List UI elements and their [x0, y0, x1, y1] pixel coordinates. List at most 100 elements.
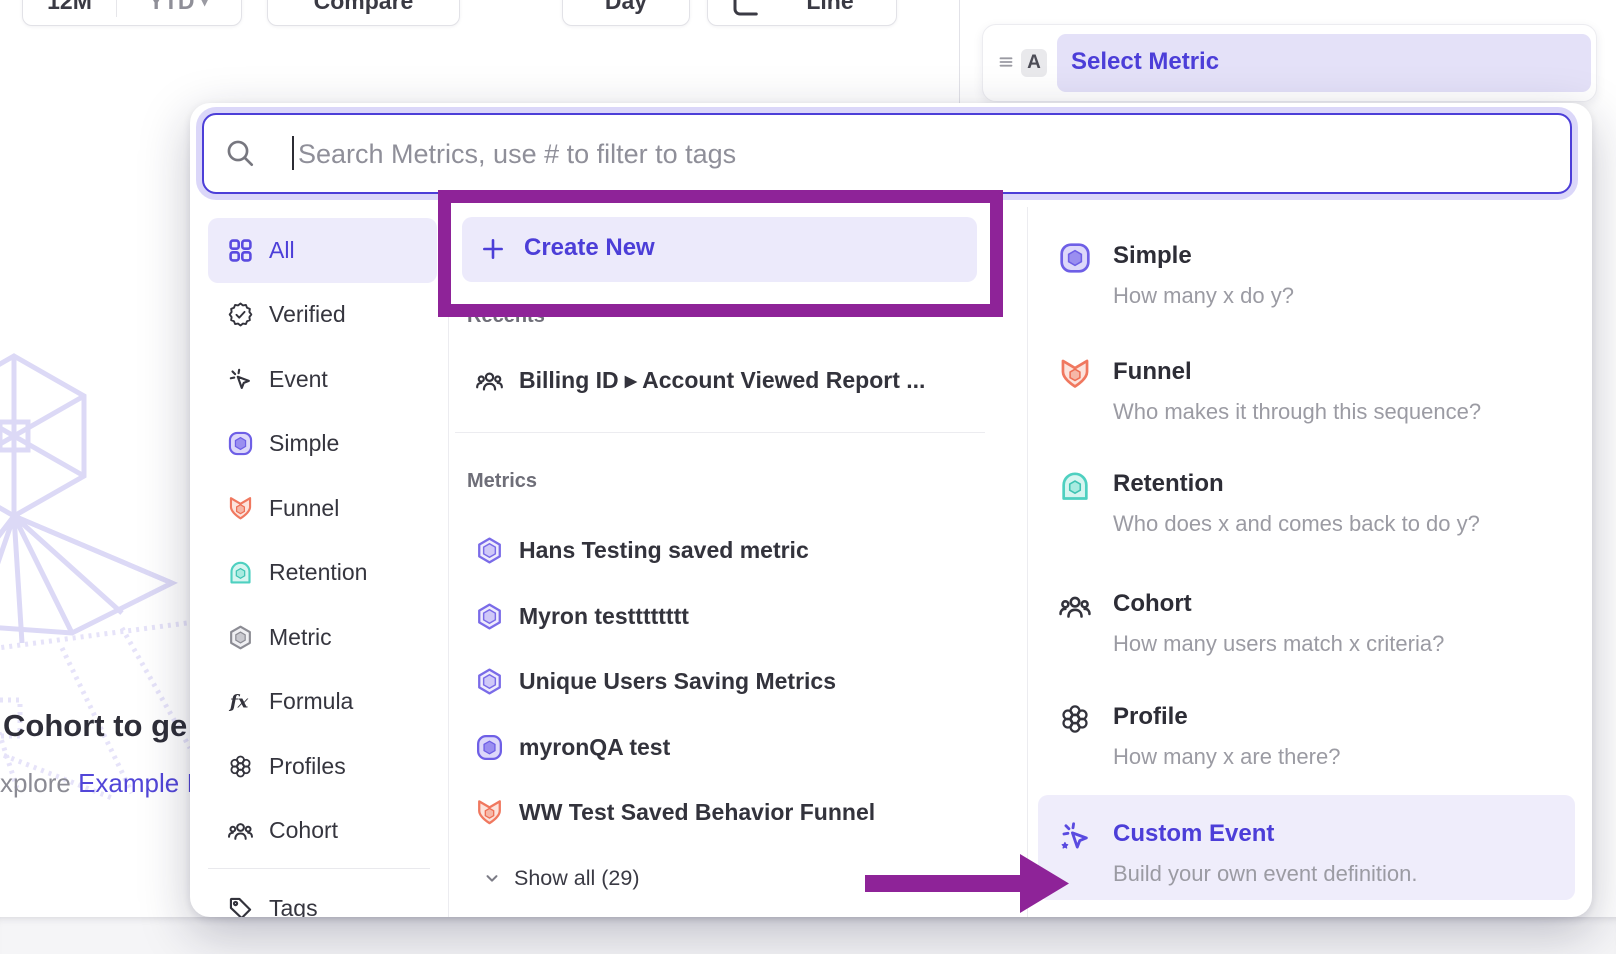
formula-icon: fx — [227, 688, 254, 715]
recent-item-label: Billing ID ▸ Account Viewed Report ... — [519, 367, 925, 394]
sidebar-item-label: Formula — [269, 688, 353, 715]
metric-type-description: How many x are there? — [1113, 744, 1340, 770]
funnel-icon — [1058, 357, 1092, 391]
sidebar-item-label: Cohort — [269, 817, 338, 844]
metric-item-ww-test-saved-behavior-funnel[interactable]: WW Test Saved Behavior Funnel — [475, 780, 875, 846]
annotation-box — [438, 190, 1003, 317]
sidebar-item-label: Retention — [269, 559, 367, 586]
tag-icon — [227, 895, 254, 918]
chevron-down-icon — [483, 869, 501, 887]
cohort-icon — [1058, 589, 1092, 623]
compare-button[interactable]: Compare — [267, 0, 460, 26]
chart-type-line-button[interactable]: Line — [707, 0, 897, 26]
retention-icon — [227, 559, 254, 586]
drag-handle-icon[interactable] — [995, 51, 1017, 73]
simple-icon — [475, 733, 504, 762]
metric-type-title: Custom Event — [1113, 819, 1418, 849]
sidebar-item-label: Event — [269, 366, 328, 393]
interval-day-button[interactable]: Day — [562, 0, 690, 26]
simple-icon — [227, 430, 254, 457]
sidebar-item-metric[interactable]: Metric — [208, 605, 437, 670]
sidebar-item-label: Tags — [269, 895, 318, 918]
sidebar-item-label: Funnel — [269, 495, 339, 522]
sidebar-item-event[interactable]: Event — [208, 347, 437, 412]
metric-type-cohort[interactable]: Cohort How many users match x criteria? — [1038, 563, 1575, 657]
sidebar-item-label: All — [269, 237, 295, 264]
search-icon — [224, 137, 256, 169]
metric-type-funnel[interactable]: Funnel Who makes it through this sequence… — [1038, 331, 1575, 425]
range-ytd-button[interactable]: YTD ▾ — [116, 0, 241, 15]
sidebar-item-simple[interactable]: Simple — [208, 412, 437, 477]
cohort-icon — [475, 366, 504, 395]
metric-type-custom-event[interactable]: Custom Event Build your own event definit… — [1038, 795, 1575, 900]
sidebar-item-label: Profiles — [269, 753, 346, 780]
grid-icon — [227, 237, 254, 264]
metric-type-retention[interactable]: Retention Who does x and comes back to do… — [1038, 443, 1575, 537]
metric-item-myronqa-test[interactable]: myronQA test — [475, 715, 875, 781]
metric-row-card: A Select Metric — [982, 24, 1597, 102]
sidebar-item-formula[interactable]: fx Formula — [208, 670, 437, 735]
sidebar-item-label: Verified — [269, 301, 346, 328]
metric-type-title: Simple — [1113, 241, 1294, 271]
metric-item-unique-users-saving-metrics[interactable]: Unique Users Saving Metrics — [475, 649, 875, 715]
search-field — [202, 113, 1572, 194]
sidebar-item-retention[interactable]: Retention — [208, 541, 437, 606]
metric-type-description: How many users match x criteria? — [1113, 631, 1444, 657]
metric-item-hans-testing-saved-metric[interactable]: Hans Testing saved metric — [475, 518, 875, 584]
recents-divider — [455, 432, 985, 433]
event-icon — [227, 366, 254, 393]
saved-metric-icon — [475, 602, 504, 631]
funnel-icon — [227, 495, 254, 522]
sidebar-item-tags[interactable]: Tags — [208, 876, 437, 917]
metric-type-description: How many x do y? — [1113, 283, 1294, 309]
sidebar-item-label: Simple — [269, 430, 339, 457]
show-all-button[interactable]: Show all (29) — [483, 858, 639, 898]
metric-type-title: Retention — [1113, 469, 1480, 499]
metric-type-sidebar: All Verified Event Simple Funnel Retention Met… — [190, 218, 448, 917]
annotation-arrow — [865, 853, 1070, 913]
metric-item-label: WW Test Saved Behavior Funnel — [519, 799, 875, 826]
metric-item-label: myronQA test — [519, 734, 670, 761]
background-text: Cohort to ge xplore Example I — [0, 700, 190, 820]
chevron-down-icon: ▾ — [201, 0, 209, 10]
sidebar-item-verified[interactable]: Verified — [208, 283, 437, 348]
select-metric-button[interactable]: Select Metric — [1057, 34, 1591, 92]
sidebar-divider — [208, 868, 430, 869]
sidebar-item-label: Metric — [269, 624, 332, 651]
sidebar-item-profiles[interactable]: Profiles — [208, 734, 437, 799]
metric-type-simple[interactable]: Simple How many x do y? — [1038, 215, 1575, 309]
metric-type-title: Cohort — [1113, 589, 1444, 619]
sidebar-item-all[interactable]: All — [208, 218, 437, 283]
metric-type-title: Profile — [1113, 702, 1340, 732]
metric-type-profile[interactable]: Profile How many x are there? — [1038, 676, 1575, 770]
metric-item-myron-testttttttt[interactable]: Myron testttttttt — [475, 584, 875, 650]
verified-icon — [227, 301, 254, 328]
cohort-icon — [227, 817, 254, 844]
retention-icon — [1058, 469, 1092, 503]
recents-list: Billing ID ▸ Account Viewed Report ... — [475, 355, 925, 405]
recent-item[interactable]: Billing ID ▸ Account Viewed Report ... — [475, 366, 925, 395]
metric-select-screen: Cohort to ge xplore Example I 12M YTD ▾ … — [0, 0, 1616, 954]
profiles-icon — [1058, 702, 1092, 736]
metric-type-description: Who does x and comes back to do y? — [1113, 511, 1480, 537]
bottom-background-strip — [0, 917, 1616, 954]
range-12m-button[interactable]: 12M — [23, 0, 116, 15]
sidebar-item-funnel[interactable]: Funnel — [208, 476, 437, 541]
simple-icon — [1058, 241, 1092, 275]
metric-type-title: Funnel — [1113, 357, 1481, 387]
custom-event-icon — [1058, 819, 1092, 853]
metric-type-description: Build your own event definition. — [1113, 861, 1418, 887]
saved-metric-icon — [475, 536, 504, 565]
date-range-segmented-control[interactable]: 12M YTD ▾ — [22, 0, 242, 26]
metric-type-description: Who makes it through this sequence? — [1113, 399, 1481, 425]
sidebar-item-cohort[interactable]: Cohort — [208, 799, 437, 864]
saved-metrics-list: Hans Testing saved metric Myron testttttt… — [475, 518, 875, 846]
metrics-header: Metrics — [467, 470, 537, 493]
metric-icon — [227, 624, 254, 651]
text-cursor — [292, 136, 294, 170]
metric-item-label: Myron testttttttt — [519, 603, 689, 630]
select-metric-label: Select Metric — [1071, 48, 1219, 76]
background-explore-text: xplore Example I — [0, 768, 190, 799]
example-link[interactable]: Example I — [78, 768, 190, 798]
search-input[interactable] — [296, 115, 1560, 194]
